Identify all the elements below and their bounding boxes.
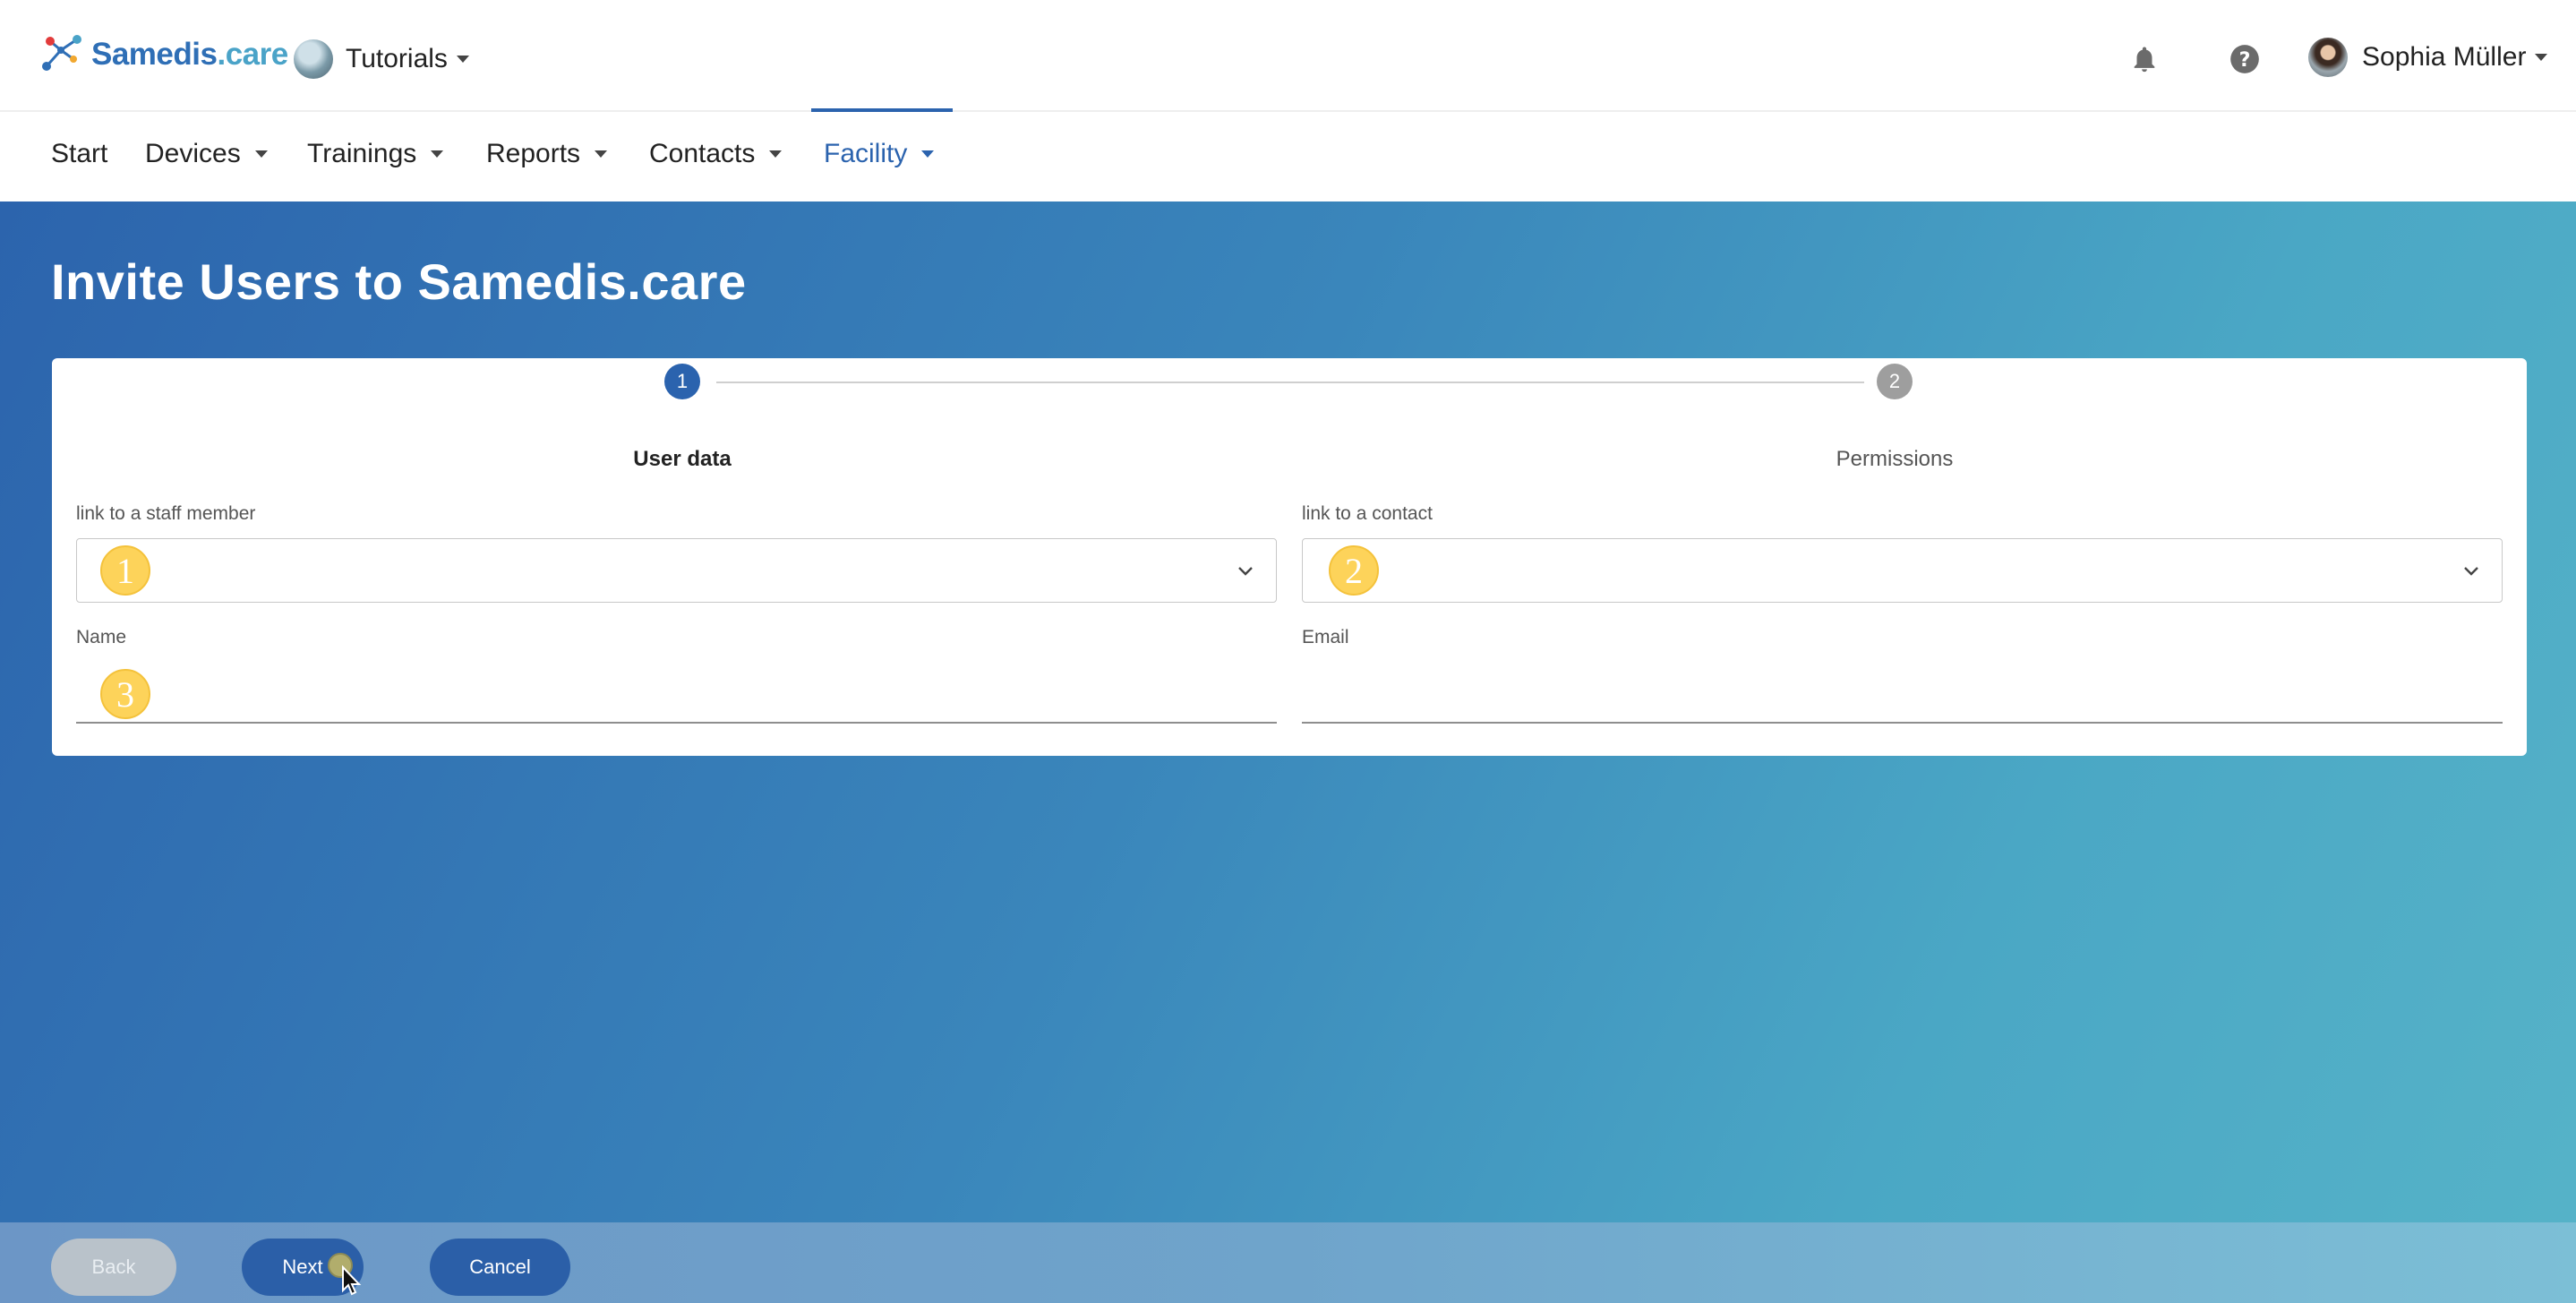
nav-start[interactable]: Start (51, 139, 107, 169)
tutorial-marker-1: 1 (100, 545, 150, 596)
back-button[interactable]: Back (51, 1239, 176, 1296)
nav-reports[interactable]: Reports (486, 139, 608, 169)
marker-number: 1 (116, 550, 134, 591)
nav-start-label: Start (51, 139, 108, 168)
chevron-down-icon (2464, 567, 2478, 576)
nav-facility[interactable]: Facility (824, 139, 935, 169)
tenant-label: Tutorials (346, 44, 448, 73)
notifications-button[interactable] (2125, 39, 2164, 79)
nav-contacts[interactable]: Contacts (649, 139, 783, 169)
step-1-number: 1 (676, 370, 689, 392)
avatar (2308, 38, 2348, 77)
email-label: Email (1302, 627, 1349, 647)
chevron-down-icon (1238, 567, 1253, 576)
invite-form-card: 1 2 User data Permissions link to a staf… (52, 358, 2527, 756)
marker-number: 3 (116, 673, 134, 715)
name-label: Name (76, 627, 127, 647)
page-title: Invite Users to Samedis.care (51, 253, 747, 310)
contact-label: link to a contact (1302, 503, 1433, 524)
step-1-label: User data (633, 447, 732, 471)
tutorial-marker-2: 2 (1329, 545, 1379, 596)
name-field[interactable] (76, 670, 1277, 724)
main-navigation: Start Devices Trainings Reports Contacts… (0, 112, 2576, 201)
step-2-number: 2 (1888, 370, 1901, 392)
nav-contacts-label: Contacts (649, 139, 756, 168)
nav-active-indicator (811, 108, 953, 112)
user-name: Sophia Müller (2362, 42, 2527, 72)
molecule-logo-icon (42, 35, 81, 71)
svg-text:?: ? (2239, 48, 2251, 72)
marker-number: 2 (1345, 550, 1363, 591)
wizard-footer: Back Next Cancel (0, 1222, 2576, 1303)
step-2-indicator: 2 (1877, 364, 1913, 399)
caret-down-icon (769, 150, 783, 158)
caret-down-icon (595, 150, 608, 158)
email-field[interactable] (1302, 670, 2503, 724)
tutorial-marker-3: 3 (100, 669, 150, 719)
caret-down-icon (254, 150, 268, 158)
step-1-indicator: 1 (664, 364, 700, 399)
staff-member-label: link to a staff member (76, 503, 256, 524)
cancel-button[interactable]: Cancel (430, 1239, 570, 1296)
nav-trainings-label: Trainings (307, 139, 417, 168)
nav-devices[interactable]: Devices (145, 139, 268, 169)
help-button[interactable]: ? (2225, 39, 2264, 79)
tenant-avatar (294, 39, 333, 79)
step-2-label: Permissions (1836, 447, 1954, 471)
bell-icon (2134, 47, 2155, 73)
staff-member-select[interactable] (76, 538, 1277, 603)
caret-down-icon (456, 56, 469, 63)
logo-text: Samedis.care (91, 37, 288, 72)
top-header: Samedis.care Tutorials ? Sophia Müller (0, 0, 2576, 112)
samedis-logo[interactable]: Samedis.care (38, 32, 288, 77)
tenant-selector[interactable]: Tutorials (294, 39, 469, 79)
nav-reports-label: Reports (486, 139, 581, 168)
user-menu[interactable]: Sophia Müller (2308, 38, 2548, 77)
nav-facility-label: Facility (824, 139, 908, 168)
nav-devices-label: Devices (145, 139, 241, 168)
caret-down-icon (2535, 54, 2548, 61)
stepper-connector (716, 381, 1864, 383)
caret-down-icon (921, 150, 935, 158)
contact-select[interactable] (1302, 538, 2503, 603)
caret-down-icon (431, 150, 444, 158)
main-content: Invite Users to Samedis.care 1 2 User da… (0, 201, 2576, 1303)
nav-trainings[interactable]: Trainings (307, 139, 444, 169)
mouse-pointer-icon (342, 1265, 362, 1296)
help-circle-icon: ? (2230, 45, 2259, 73)
